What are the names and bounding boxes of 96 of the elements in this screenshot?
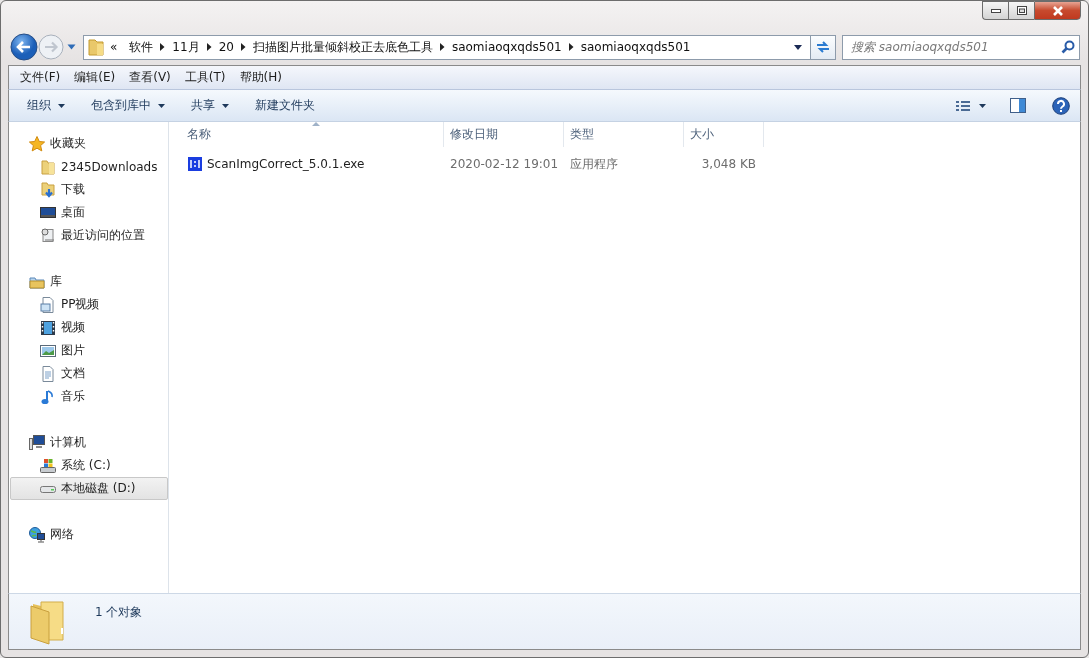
chevron-icon[interactable] (160, 43, 166, 51)
sidebar-item[interactable]: 最近访问的位置 (10, 224, 168, 247)
menu-item[interactable]: 查看(V) (122, 69, 178, 86)
sidebar-item-label[interactable]: 2345Downloads (61, 159, 158, 174)
column-header[interactable]: 大小 (684, 122, 764, 147)
menu-item[interactable]: 文件(F) (13, 69, 68, 86)
download-folder-icon (40, 181, 56, 198)
back-button[interactable] (10, 33, 38, 61)
film-icon (40, 319, 56, 336)
breadcrumb[interactable]: 20 (212, 40, 240, 54)
recent-places-icon (40, 227, 56, 244)
sidebar-group[interactable]: 计算机 (10, 431, 168, 454)
music-note-icon (40, 388, 56, 405)
preview-pane-icon[interactable] (1010, 98, 1026, 113)
sidebar-group[interactable]: 网络 (10, 523, 168, 546)
breadcrumb[interactable]: 软件 (123, 38, 160, 56)
sidebar-item[interactable]: 下载 (10, 178, 168, 201)
view-options-icon[interactable] (956, 99, 986, 112)
overflow-mark[interactable]: « (104, 40, 124, 54)
toolbar-button[interactable]: 共享 (178, 93, 242, 118)
minimize-icon (990, 7, 1001, 14)
column-header[interactable]: 类型 (564, 122, 684, 147)
picture-icon (40, 342, 56, 359)
star-icon (29, 135, 45, 152)
modified-date: 2020-02-12 19:01 (449, 157, 560, 171)
sidebar-item-label[interactable]: 最近访问的位置 (61, 227, 145, 244)
folder-icon (88, 38, 104, 56)
sidebar-item-label[interactable]: 桌面 (61, 204, 85, 221)
network-icon (29, 526, 45, 543)
help-icon[interactable] (1052, 96, 1070, 115)
sidebar-item[interactable]: 桌面 (10, 201, 168, 224)
sidebar-item-label[interactable]: 系统 (C:) (61, 457, 111, 474)
status-text: 1 个对象 (95, 604, 143, 621)
chevron-icon[interactable] (206, 43, 212, 51)
maximize-icon (1016, 6, 1027, 15)
sidebar-item[interactable]: 文档 (10, 362, 168, 385)
folder-icon (40, 158, 56, 175)
close-icon (1051, 5, 1064, 16)
breadcrumb[interactable]: 11月 (166, 38, 206, 56)
minimize-button[interactable] (982, 1, 1008, 20)
application-icon (187, 156, 203, 172)
file-name[interactable]: ScanImgCorrect_5.0.1.exe (207, 157, 365, 171)
chevron-icon[interactable] (439, 43, 445, 51)
close-button[interactable] (1034, 1, 1081, 20)
history-dropdown-icon[interactable] (67, 44, 76, 50)
sidebar-item[interactable]: 本地磁盘 (D:) (10, 477, 168, 500)
sidebar-group-label[interactable]: 网络 (50, 526, 74, 543)
caret-icon (58, 103, 65, 108)
sidebar-group[interactable]: 收藏夹 (10, 132, 168, 155)
sidebar-group-label[interactable]: 收藏夹 (50, 135, 86, 152)
menu-item[interactable]: 编辑(E) (67, 69, 123, 86)
toolbar-button[interactable]: 新建文件夹 (242, 93, 328, 118)
toolbar-button[interactable]: 组织 (14, 93, 78, 118)
sidebar-item[interactable]: 音乐 (10, 385, 168, 408)
sidebar-item-label[interactable]: 图片 (61, 342, 85, 359)
system-drive-icon (40, 457, 56, 474)
toolbar-button[interactable]: 包含到库中 (78, 93, 178, 118)
menu-item[interactable]: 工具(T) (177, 69, 233, 86)
sidebar-group-label[interactable]: 库 (50, 273, 62, 290)
desktop-icon (40, 204, 56, 221)
breadcrumb[interactable]: saomiaoqxqds501 (445, 40, 568, 54)
sidebar-item[interactable]: PP视频 (10, 293, 168, 316)
file-size: 3,048 KB (700, 157, 757, 171)
sort-arrow-icon (312, 122, 320, 126)
refresh-button[interactable] (811, 34, 836, 60)
file-type: 应用程序 (569, 155, 619, 173)
address-bar[interactable]: « 软件 11月 20 扫描图片批量倾斜校正去底色工具 saomiaoqxqds501 saomiaoqxqds501 (83, 34, 811, 60)
sidebar-item[interactable]: 图片 (10, 339, 168, 362)
sidebar-item-label[interactable]: 本地磁盘 (D:) (61, 480, 136, 497)
chevron-icon[interactable] (568, 43, 574, 51)
breadcrumb[interactable]: saomiaoqxqds501 (574, 40, 697, 54)
sidebar-item-label[interactable]: 下载 (61, 181, 85, 198)
sidebar-item[interactable]: 系统 (C:) (10, 454, 168, 477)
sidebar-item-label[interactable]: PP视频 (61, 296, 100, 313)
sidebar-group[interactable]: 库 (10, 270, 168, 293)
search-field[interactable]: 搜索 saomiaoqxqds501 (842, 34, 1080, 60)
sidebar-item-label[interactable]: 视频 (61, 319, 85, 336)
sidebar-group-label[interactable]: 计算机 (50, 434, 86, 451)
column-header[interactable]: 修改日期 (444, 122, 564, 147)
maximize-button[interactable] (1008, 1, 1034, 20)
caret-icon (158, 103, 165, 108)
menu-item[interactable]: 帮助(H) (232, 69, 289, 86)
document-icon (40, 365, 56, 382)
breadcrumb[interactable]: 扫描图片批量倾斜校正去底色工具 (246, 38, 439, 56)
document-icon (40, 296, 56, 313)
dropdown-icon[interactable] (794, 44, 802, 50)
sidebar-item-label[interactable]: 文档 (61, 365, 85, 382)
computer-icon (29, 434, 45, 451)
column-header[interactable]: 名称 (181, 122, 444, 147)
sidebar-item-label[interactable]: 音乐 (61, 388, 85, 405)
sidebar-item[interactable]: 2345Downloads (10, 155, 168, 178)
search-icon (1061, 39, 1075, 54)
caret-icon (222, 103, 229, 108)
refresh-icon (815, 40, 831, 54)
chevron-icon[interactable] (240, 43, 246, 51)
sidebar-item[interactable]: 视频 (10, 316, 168, 339)
